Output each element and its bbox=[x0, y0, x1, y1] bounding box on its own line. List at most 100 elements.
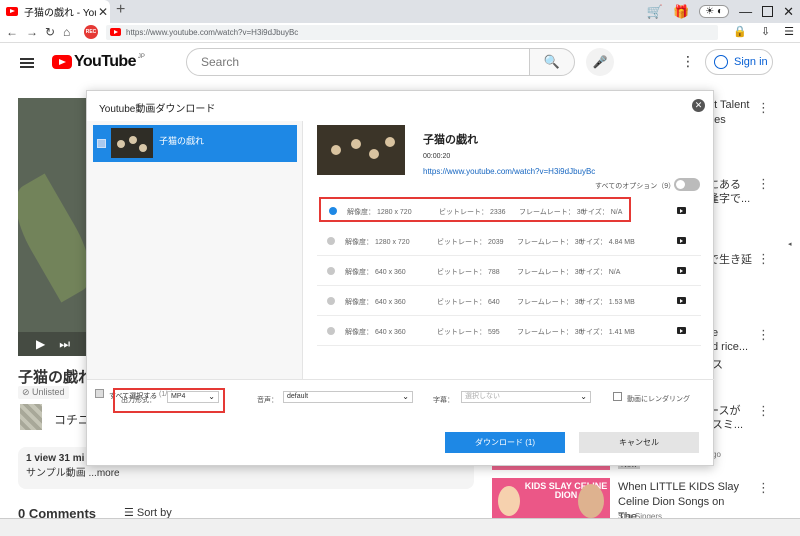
theme-toggle-icon[interactable]: ☀ ◐ bbox=[699, 5, 730, 18]
logo-region: JP bbox=[137, 54, 145, 60]
video-format-icon bbox=[677, 207, 686, 214]
subtitle-select[interactable]: 選択しない ⌄ bbox=[461, 391, 591, 403]
browser-tab[interactable]: 子猫の戯れ - YouTu ✕ bbox=[0, 0, 110, 23]
preview-url[interactable]: https://www.youtube.com/watch?v=H3i9dJbu… bbox=[423, 167, 595, 176]
more-options-icon[interactable]: ⋮ bbox=[681, 53, 695, 70]
hamburger-menu-icon[interactable] bbox=[20, 58, 34, 68]
bitrate: ビットレート： 595 bbox=[437, 329, 500, 336]
video-list-pane: 子猫の戯れ すべて選択する (1/1) bbox=[87, 121, 303, 400]
frame-rate: フレームレート： 30 bbox=[517, 329, 583, 336]
quality-row[interactable]: 解像度： 640 x 360 ビットレート： 595 フレームレート： 30 サ… bbox=[317, 317, 701, 346]
mic-button[interactable]: 🎤 bbox=[586, 48, 614, 76]
url-text: https://www.youtube.com/watch?v=H3i9dJbu… bbox=[126, 28, 299, 37]
sign-in-button[interactable]: Sign in bbox=[705, 49, 773, 75]
forward-icon[interactable]: → bbox=[26, 25, 38, 39]
subtitle-value: 選択しない bbox=[465, 393, 500, 400]
quality-radio[interactable] bbox=[327, 327, 335, 335]
quality-row[interactable]: 解像度： 1280 x 720 ビットレート： 2039 フレームレート： 30… bbox=[317, 227, 701, 256]
file-size: サイズ： 1.41 MB bbox=[579, 329, 635, 336]
quality-row[interactable]: 解像度： 640 x 360 ビットレート： 788 フレームレート： 30 サ… bbox=[317, 257, 701, 286]
youtube-logo[interactable]: YouTube JP bbox=[52, 53, 145, 71]
dialog-title: Youtube動画ダウンロード bbox=[99, 104, 216, 115]
account-icon bbox=[714, 55, 728, 69]
subtitle-label: 字幕： bbox=[433, 397, 454, 404]
home-icon[interactable]: ⌂ bbox=[63, 25, 70, 39]
quality-radio[interactable] bbox=[327, 297, 335, 305]
all-options-label: すべてのオプション（9） bbox=[595, 183, 676, 190]
bitrate: ビットレート： 640 bbox=[437, 299, 500, 306]
search-input[interactable]: Search bbox=[186, 48, 530, 76]
address-bar: ← → ↻ ⌂ REC https://www.youtube.com/watc… bbox=[0, 23, 800, 43]
format-select[interactable]: MP4 ⌄ bbox=[167, 391, 219, 403]
window-controls: 🛒 🎁 ☀ ◐ — ✕ bbox=[647, 0, 800, 23]
new-tab-icon[interactable]: + bbox=[116, 1, 125, 19]
cancel-button[interactable]: キャンセル bbox=[579, 432, 699, 453]
audio-value: default bbox=[287, 393, 309, 400]
quality-radio[interactable] bbox=[329, 207, 337, 215]
file-size: サイズ： N/A bbox=[581, 209, 623, 216]
youtube-play-icon bbox=[52, 55, 72, 69]
search-icon: 🔍 bbox=[543, 54, 561, 69]
item-checkbox[interactable] bbox=[97, 139, 106, 148]
video-format-icon bbox=[677, 267, 686, 274]
resolution: 解像度： 640 x 360 bbox=[345, 329, 406, 336]
sign-in-label: Sign in bbox=[734, 56, 768, 68]
video-preview-thumbnail bbox=[317, 125, 405, 175]
video-list-item[interactable]: 子猫の戯れ bbox=[93, 125, 297, 162]
download-dialog: Youtube動画ダウンロード ✕ 子猫の戯れ すべて選択する (1/1) 子猫… bbox=[86, 90, 715, 466]
quality-radio[interactable] bbox=[327, 267, 335, 275]
search-button[interactable]: 🔍 bbox=[529, 48, 575, 76]
resolution: 解像度： 640 x 360 bbox=[345, 269, 406, 276]
resolution: 解像度： 1280 x 720 bbox=[347, 209, 412, 216]
quality-row[interactable]: 解像度： 640 x 360 ビットレート： 640 フレームレート： 30 サ… bbox=[317, 287, 701, 316]
youtube-header: YouTube JP Search 🔍 🎤 ⋮ Sign in bbox=[0, 43, 800, 83]
format-value: MP4 bbox=[171, 393, 186, 400]
close-window-icon[interactable]: ✕ bbox=[783, 4, 794, 20]
logo-text: YouTube bbox=[74, 53, 136, 70]
frame-rate: フレームレート： 30 bbox=[517, 239, 583, 246]
item-thumbnail bbox=[111, 128, 153, 158]
output-options-bar: 出力形式： MP4 ⌄ 音声： default ⌄ 字幕： 選択しない ⌄ 動画にレン… bbox=[87, 379, 715, 419]
mic-icon: 🎤 bbox=[592, 55, 608, 69]
bitrate: ビットレート： 2336 bbox=[439, 209, 506, 216]
reload-icon[interactable]: ↻ bbox=[45, 25, 55, 39]
status-bar bbox=[0, 518, 800, 536]
preview-title: 子猫の戯れ bbox=[423, 134, 478, 146]
item-name: 子猫の戯れ bbox=[159, 136, 205, 146]
format-label: 出力形式： bbox=[121, 397, 156, 404]
maximize-icon[interactable] bbox=[762, 6, 774, 17]
bitrate: ビットレート： 788 bbox=[437, 269, 500, 276]
render-checkbox[interactable] bbox=[613, 392, 622, 401]
file-size: サイズ： N/A bbox=[579, 269, 621, 276]
preview-duration: 00:00:20 bbox=[423, 153, 451, 160]
bitrate: ビットレート： 2039 bbox=[437, 239, 504, 246]
render-label[interactable]: 動画にレンダリング bbox=[627, 394, 690, 404]
menu-icon[interactable]: ☰ bbox=[784, 25, 794, 38]
audio-select[interactable]: default ⌄ bbox=[283, 391, 413, 403]
file-size: サイズ： 1.53 MB bbox=[579, 299, 635, 306]
quality-row[interactable]: 解像度： 1280 x 720 ビットレート： 2336 フレームレート： 30… bbox=[319, 197, 631, 222]
record-button[interactable]: REC bbox=[84, 25, 98, 39]
tab-strip: 子猫の戯れ - YouTu ✕ + 🛒 🎁 ☀ ◐ — ✕ bbox=[0, 0, 800, 23]
back-icon[interactable]: ← bbox=[6, 25, 18, 39]
gift-icon[interactable]: 🎁 bbox=[673, 4, 689, 20]
download-button[interactable]: ダウンロード (1) bbox=[445, 432, 565, 453]
lock-icon[interactable]: 🔒 bbox=[733, 25, 747, 38]
frame-rate: フレームレート： 30 bbox=[519, 209, 585, 216]
tab-title: 子猫の戯れ - YouTu bbox=[24, 8, 96, 19]
video-format-icon bbox=[677, 327, 686, 334]
download-icon[interactable]: ⇩ bbox=[761, 25, 770, 38]
all-options-toggle[interactable] bbox=[674, 178, 700, 191]
chevron-down-icon: ⌄ bbox=[402, 392, 409, 401]
resolution: 解像度： 1280 x 720 bbox=[345, 239, 410, 246]
quality-radio[interactable] bbox=[327, 237, 335, 245]
youtube-favicon-icon bbox=[6, 7, 18, 16]
chevron-down-icon: ⌄ bbox=[208, 392, 215, 401]
resolution: 解像度： 640 x 360 bbox=[345, 299, 406, 306]
close-dialog-icon[interactable]: ✕ bbox=[692, 99, 705, 112]
file-size: サイズ： 4.84 MB bbox=[579, 239, 635, 246]
minimize-icon[interactable]: — bbox=[739, 4, 752, 19]
close-tab-icon[interactable]: ✕ bbox=[96, 5, 110, 19]
cart-icon[interactable]: 🛒 bbox=[647, 4, 663, 20]
url-field[interactable]: https://www.youtube.com/watch?v=H3i9dJbu… bbox=[106, 25, 718, 40]
